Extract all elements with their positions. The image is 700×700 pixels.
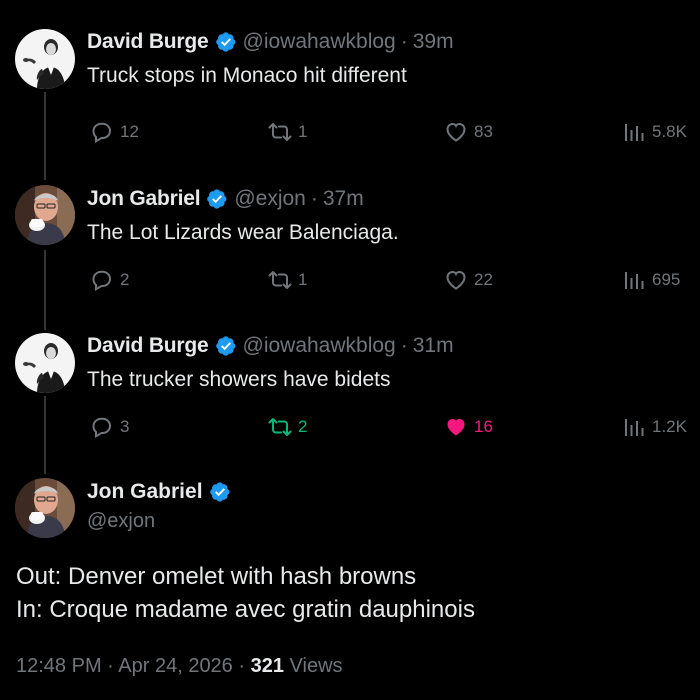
views-count[interactable]: 321 [251,655,284,677]
tweet-actions: 2 1 22 695 [0,268,700,298]
timestamp[interactable]: 31m [413,334,454,358]
main-author: Jon Gabriel @exjon [87,480,237,533]
heart-icon [444,268,468,292]
user-handle[interactable]: @iowahawkblog [243,334,396,358]
avatar[interactable] [15,478,75,538]
timestamp[interactable]: 37m [323,187,364,211]
retweet-button[interactable]: 1 [268,120,307,144]
separator-dot: · [400,30,408,53]
display-name[interactable]: Jon Gabriel [87,187,201,211]
retweet-count: 1 [298,122,308,141]
tweet-text: Out: Denver omelet with hash browns In: … [16,560,475,626]
verified-badge-icon [215,31,237,53]
tweet-actions: 3 2 16 1.2K [0,415,700,445]
display-name[interactable]: Jon Gabriel [87,480,203,504]
like-count: 22 [474,270,493,289]
display-name[interactable]: David Burge [87,30,209,54]
retweet-icon [268,268,292,292]
retweet-button[interactable]: 2 [268,415,307,439]
reply-button[interactable]: 2 [90,268,129,292]
tweet-header: Jon Gabriel @exjon · 37m [87,187,364,211]
user-handle[interactable]: @exjon [234,187,306,211]
timestamp[interactable]: 39m [413,30,454,54]
heart-icon [444,120,468,144]
tweet-meta: 12:48 PM · Apr 24, 2026 · 321 Views [16,655,343,678]
avatar[interactable] [15,333,75,393]
tweet-header: David Burge @iowahawkblog · 31m [87,334,454,358]
views-button[interactable]: 5.8K [622,120,687,144]
avatar[interactable] [15,185,75,245]
timestamp[interactable]: 12:48 PM · Apr 24, 2026 · [16,655,251,677]
avatar-image [15,333,75,393]
analytics-icon [622,120,646,144]
retweet-count: 1 [298,270,308,289]
avatar[interactable] [15,29,75,89]
reply-button[interactable]: 3 [90,415,129,439]
reply-count: 2 [120,270,130,289]
views-button[interactable]: 1.2K [622,415,687,439]
tweet-actions: 12 1 83 5.8K [0,120,700,150]
like-button[interactable]: 22 [444,268,493,292]
tweet-header: David Burge @iowahawkblog · 39m [87,30,454,54]
views-count: 5.8K [652,122,687,141]
reply-button[interactable]: 12 [90,120,139,144]
like-button[interactable]: 83 [444,120,493,144]
separator-dot: · [400,334,408,357]
reply-icon [90,120,114,144]
reply-icon [90,268,114,292]
analytics-icon [622,415,646,439]
verified-badge-icon [206,188,228,210]
separator-dot: · [310,187,318,210]
like-count: 16 [474,417,493,436]
display-name[interactable]: David Burge [87,334,209,358]
like-button[interactable]: 16 [444,415,493,439]
avatar-image [15,185,75,245]
avatar-image [15,29,75,89]
tweet-text: The Lot Lizards wear Balenciaga. [87,221,399,244]
analytics-icon [622,268,646,292]
views-count: 1.2K [652,417,687,436]
like-count: 83 [474,122,493,141]
tweet-text: The trucker showers have bidets [87,368,391,391]
heart-filled-icon [444,415,468,439]
user-handle[interactable]: @exjon [87,510,237,533]
verified-badge-icon [209,481,231,503]
tweet-text-line: Out: Denver omelet with hash browns [16,563,417,590]
reply-icon [90,415,114,439]
tweet-text-line: In: Croque madame avec gratin dauphinois [16,596,475,623]
reply-count: 3 [120,417,130,436]
reply-count: 12 [120,122,139,141]
views-label: Views [283,655,343,677]
user-handle[interactable]: @iowahawkblog [243,30,396,54]
retweet-count: 2 [298,417,308,436]
verified-badge-icon [215,335,237,357]
retweet-icon [268,120,292,144]
retweet-button[interactable]: 1 [268,268,307,292]
avatar-image [15,478,75,538]
retweet-icon [268,415,292,439]
tweet-text: Truck stops in Monaco hit different [87,64,407,87]
views-button[interactable]: 695 [622,268,680,292]
views-count: 695 [652,270,681,289]
